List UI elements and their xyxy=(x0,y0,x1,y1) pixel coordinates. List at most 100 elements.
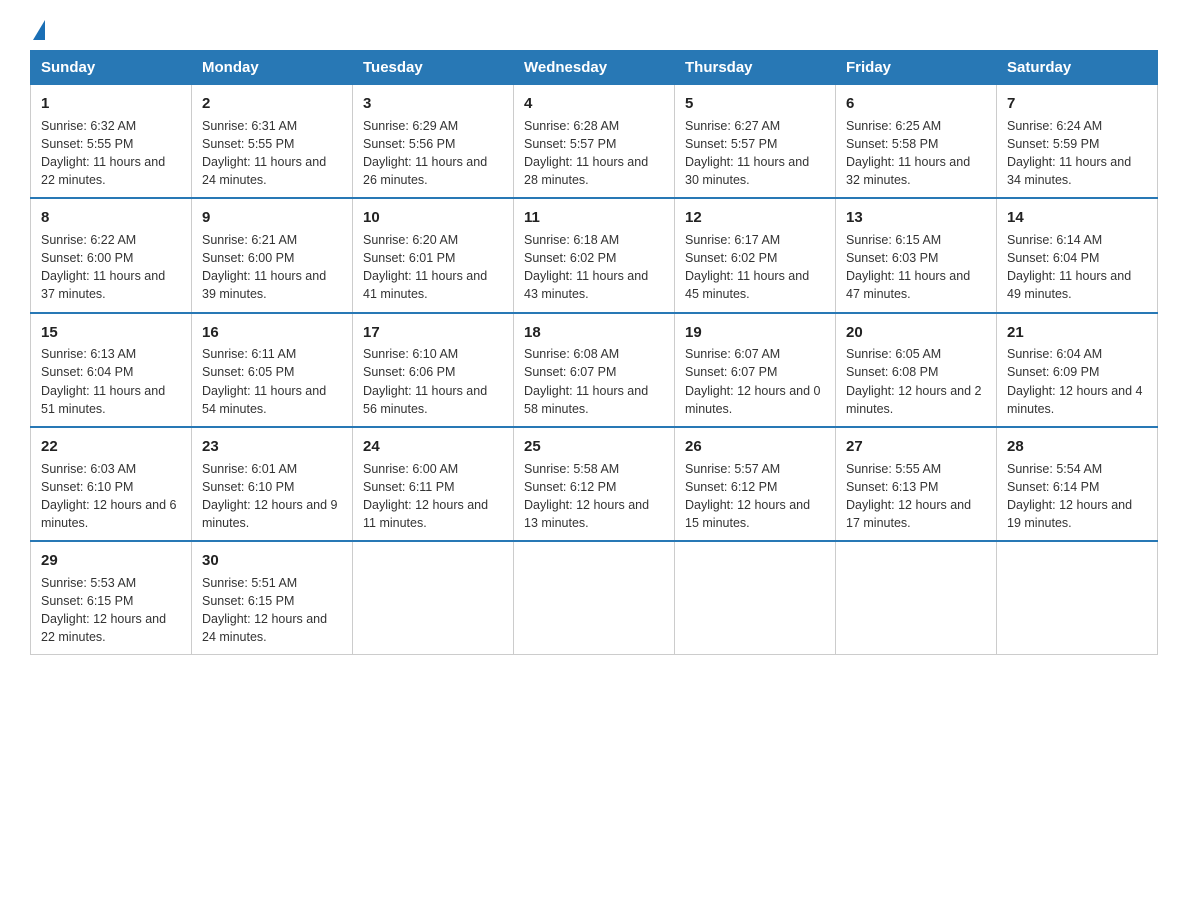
sunrise-text: Sunrise: 6:28 AM xyxy=(524,117,664,135)
week-row-5: 29Sunrise: 5:53 AMSunset: 6:15 PMDayligh… xyxy=(31,541,1158,655)
day-number: 6 xyxy=(846,93,986,115)
col-header-wednesday: Wednesday xyxy=(514,51,675,85)
sunset-text: Sunset: 6:09 PM xyxy=(1007,363,1147,381)
sunrise-text: Sunrise: 6:31 AM xyxy=(202,117,342,135)
daylight-text: Daylight: 11 hours and 56 minutes. xyxy=(363,382,503,418)
calendar-cell xyxy=(997,541,1158,655)
calendar-cell: 1Sunrise: 6:32 AMSunset: 5:55 PMDaylight… xyxy=(31,85,192,199)
daylight-text: Daylight: 11 hours and 49 minutes. xyxy=(1007,267,1147,303)
calendar-cell: 28Sunrise: 5:54 AMSunset: 6:14 PMDayligh… xyxy=(997,427,1158,541)
col-header-saturday: Saturday xyxy=(997,51,1158,85)
sunset-text: Sunset: 6:07 PM xyxy=(524,363,664,381)
calendar-cell: 10Sunrise: 6:20 AMSunset: 6:01 PMDayligh… xyxy=(353,198,514,312)
day-number: 22 xyxy=(41,436,181,458)
calendar-cell: 24Sunrise: 6:00 AMSunset: 6:11 PMDayligh… xyxy=(353,427,514,541)
sunset-text: Sunset: 6:04 PM xyxy=(41,363,181,381)
calendar-cell: 17Sunrise: 6:10 AMSunset: 6:06 PMDayligh… xyxy=(353,313,514,427)
sunrise-text: Sunrise: 6:08 AM xyxy=(524,345,664,363)
day-number: 23 xyxy=(202,436,342,458)
calendar-cell: 8Sunrise: 6:22 AMSunset: 6:00 PMDaylight… xyxy=(31,198,192,312)
day-number: 13 xyxy=(846,207,986,229)
daylight-text: Daylight: 11 hours and 45 minutes. xyxy=(685,267,825,303)
week-row-4: 22Sunrise: 6:03 AMSunset: 6:10 PMDayligh… xyxy=(31,427,1158,541)
sunset-text: Sunset: 5:57 PM xyxy=(685,135,825,153)
daylight-text: Daylight: 11 hours and 32 minutes. xyxy=(846,153,986,189)
daylight-text: Daylight: 12 hours and 2 minutes. xyxy=(846,382,986,418)
sunset-text: Sunset: 6:12 PM xyxy=(685,478,825,496)
sunrise-text: Sunrise: 6:18 AM xyxy=(524,231,664,249)
daylight-text: Daylight: 11 hours and 41 minutes. xyxy=(363,267,503,303)
day-number: 12 xyxy=(685,207,825,229)
day-number: 24 xyxy=(363,436,503,458)
daylight-text: Daylight: 12 hours and 13 minutes. xyxy=(524,496,664,532)
day-number: 18 xyxy=(524,322,664,344)
daylight-text: Daylight: 11 hours and 24 minutes. xyxy=(202,153,342,189)
page-header xyxy=(30,20,1158,40)
sunset-text: Sunset: 6:06 PM xyxy=(363,363,503,381)
daylight-text: Daylight: 12 hours and 9 minutes. xyxy=(202,496,342,532)
day-number: 3 xyxy=(363,93,503,115)
calendar-cell: 11Sunrise: 6:18 AMSunset: 6:02 PMDayligh… xyxy=(514,198,675,312)
calendar-cell: 26Sunrise: 5:57 AMSunset: 6:12 PMDayligh… xyxy=(675,427,836,541)
calendar-cell: 18Sunrise: 6:08 AMSunset: 6:07 PMDayligh… xyxy=(514,313,675,427)
calendar-cell: 9Sunrise: 6:21 AMSunset: 6:00 PMDaylight… xyxy=(192,198,353,312)
calendar-cell xyxy=(353,541,514,655)
sunset-text: Sunset: 5:58 PM xyxy=(846,135,986,153)
sunrise-text: Sunrise: 6:15 AM xyxy=(846,231,986,249)
daylight-text: Daylight: 11 hours and 54 minutes. xyxy=(202,382,342,418)
day-number: 2 xyxy=(202,93,342,115)
day-number: 30 xyxy=(202,550,342,572)
sunrise-text: Sunrise: 6:05 AM xyxy=(846,345,986,363)
sunrise-text: Sunrise: 6:17 AM xyxy=(685,231,825,249)
sunrise-text: Sunrise: 6:24 AM xyxy=(1007,117,1147,135)
calendar-cell: 20Sunrise: 6:05 AMSunset: 6:08 PMDayligh… xyxy=(836,313,997,427)
col-header-monday: Monday xyxy=(192,51,353,85)
calendar-cell: 16Sunrise: 6:11 AMSunset: 6:05 PMDayligh… xyxy=(192,313,353,427)
sunrise-text: Sunrise: 6:27 AM xyxy=(685,117,825,135)
sunrise-text: Sunrise: 6:13 AM xyxy=(41,345,181,363)
sunset-text: Sunset: 6:00 PM xyxy=(41,249,181,267)
sunset-text: Sunset: 6:01 PM xyxy=(363,249,503,267)
calendar-cell xyxy=(675,541,836,655)
daylight-text: Daylight: 12 hours and 24 minutes. xyxy=(202,610,342,646)
sunset-text: Sunset: 6:04 PM xyxy=(1007,249,1147,267)
sunset-text: Sunset: 5:56 PM xyxy=(363,135,503,153)
sunset-text: Sunset: 6:11 PM xyxy=(363,478,503,496)
col-header-friday: Friday xyxy=(836,51,997,85)
col-header-thursday: Thursday xyxy=(675,51,836,85)
day-number: 7 xyxy=(1007,93,1147,115)
daylight-text: Daylight: 11 hours and 37 minutes. xyxy=(41,267,181,303)
sunset-text: Sunset: 6:03 PM xyxy=(846,249,986,267)
sunrise-text: Sunrise: 5:51 AM xyxy=(202,574,342,592)
day-number: 10 xyxy=(363,207,503,229)
calendar-cell: 29 Sunrise: 5:53 AMSunset: 6:15 PMDayligh… xyxy=(31,541,192,655)
day-number: 29 xyxy=(41,550,181,572)
sunset-text: Sunset: 6:15 PM xyxy=(41,592,181,610)
sunrise-text: Sunrise: 5:54 AM xyxy=(1007,460,1147,478)
daylight-text: Daylight: 12 hours and 17 minutes. xyxy=(846,496,986,532)
week-row-2: 8Sunrise: 6:22 AMSunset: 6:00 PMDaylight… xyxy=(31,198,1158,312)
daylight-text: Daylight: 12 hours and 0 minutes. xyxy=(685,382,825,418)
sunset-text: Sunset: 6:02 PM xyxy=(524,249,664,267)
sunrise-text: Sunrise: 5:57 AM xyxy=(685,460,825,478)
calendar-cell: 22Sunrise: 6:03 AMSunset: 6:10 PMDayligh… xyxy=(31,427,192,541)
sunset-text: Sunset: 6:14 PM xyxy=(1007,478,1147,496)
sunset-text: Sunset: 6:07 PM xyxy=(685,363,825,381)
calendar-cell: 25Sunrise: 5:58 AMSunset: 6:12 PMDayligh… xyxy=(514,427,675,541)
calendar-cell: 23Sunrise: 6:01 AMSunset: 6:10 PMDayligh… xyxy=(192,427,353,541)
logo xyxy=(30,20,45,40)
calendar-cell: 5Sunrise: 6:27 AMSunset: 5:57 PMDaylight… xyxy=(675,85,836,199)
daylight-text: Daylight: 11 hours and 58 minutes. xyxy=(524,382,664,418)
calendar-header-row: SundayMondayTuesdayWednesdayThursdayFrid… xyxy=(31,51,1158,85)
sunset-text: Sunset: 6:00 PM xyxy=(202,249,342,267)
day-number: 27 xyxy=(846,436,986,458)
calendar-cell: 6Sunrise: 6:25 AMSunset: 5:58 PMDaylight… xyxy=(836,85,997,199)
daylight-text: Daylight: 12 hours and 22 minutes. xyxy=(41,610,181,646)
sunrise-text: Sunrise: 5:53 AM xyxy=(41,574,181,592)
calendar-cell xyxy=(836,541,997,655)
sunset-text: Sunset: 6:10 PM xyxy=(202,478,342,496)
day-number: 5 xyxy=(685,93,825,115)
sunrise-text: Sunrise: 6:04 AM xyxy=(1007,345,1147,363)
calendar-cell: 27Sunrise: 5:55 AMSunset: 6:13 PMDayligh… xyxy=(836,427,997,541)
day-number: 9 xyxy=(202,207,342,229)
